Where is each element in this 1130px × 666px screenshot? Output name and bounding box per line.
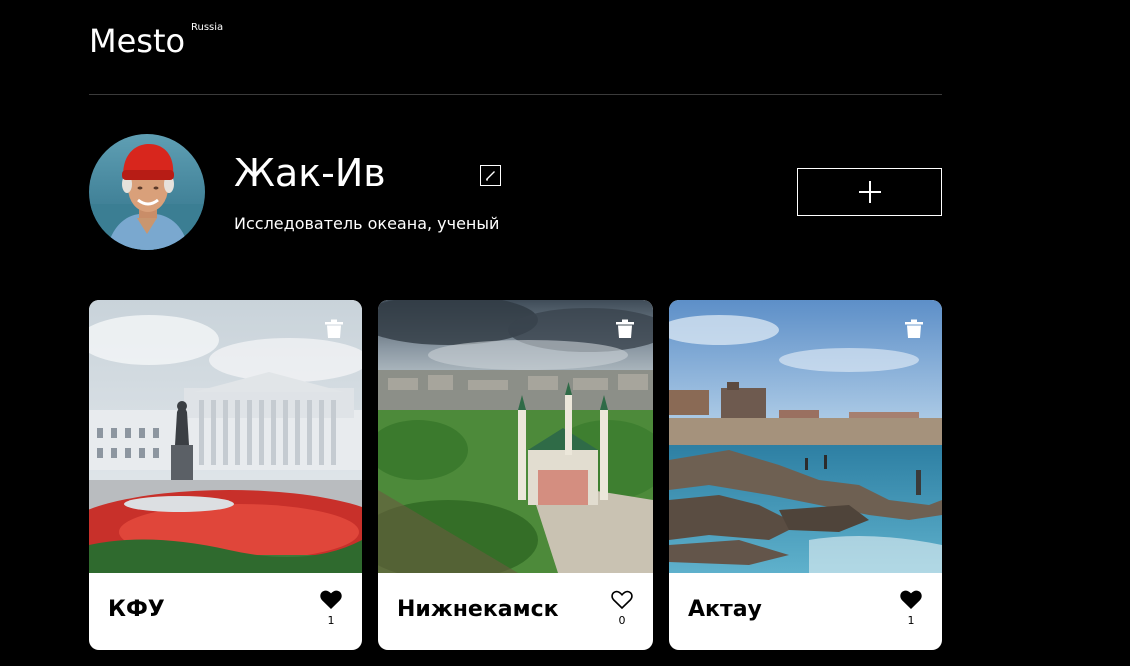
like-count: 1	[327, 614, 335, 627]
like-container: 1	[319, 590, 343, 627]
trash-icon	[616, 319, 634, 338]
avatar[interactable]	[89, 134, 205, 250]
profile-name: Жак-Ив	[234, 151, 386, 195]
like-button[interactable]	[320, 590, 342, 610]
card: Актау 1	[669, 300, 942, 650]
delete-card-button[interactable]	[325, 319, 343, 338]
card-image[interactable]	[378, 300, 653, 573]
delete-card-button[interactable]	[616, 319, 634, 338]
card: Нижнекамск 0	[378, 300, 653, 650]
heart-filled-icon	[320, 590, 342, 609]
add-card-button[interactable]	[797, 168, 942, 216]
card-title: КФУ	[108, 597, 165, 622]
logo[interactable]: Mesto	[89, 22, 185, 60]
trash-icon	[325, 319, 343, 338]
trash-icon	[905, 319, 923, 338]
like-container: 0	[610, 590, 634, 627]
card-image[interactable]	[669, 300, 942, 573]
delete-card-button[interactable]	[905, 319, 923, 338]
heart-outline-icon	[611, 590, 633, 610]
profile-about: Исследователь океана, ученый	[234, 214, 500, 233]
card-image[interactable]	[89, 300, 362, 573]
like-button[interactable]	[611, 590, 633, 610]
card: КФУ 1	[89, 300, 362, 650]
like-button[interactable]	[900, 590, 922, 610]
like-count: 0	[618, 614, 626, 627]
card-title: Нижнекамск	[397, 597, 559, 622]
logo-superscript: Russia	[191, 22, 224, 33]
avatar-image	[89, 134, 205, 250]
page: Mesto Russia Жак-Ив Исследователь океана…	[0, 0, 1130, 666]
card-title: Актау	[688, 597, 762, 622]
heart-filled-icon	[900, 590, 922, 609]
pencil-icon	[486, 171, 495, 181]
like-count: 1	[907, 614, 915, 627]
header: Mesto Russia	[89, 0, 942, 95]
plus-icon	[858, 181, 881, 203]
edit-profile-button[interactable]	[480, 165, 501, 186]
like-container: 1	[899, 590, 923, 627]
